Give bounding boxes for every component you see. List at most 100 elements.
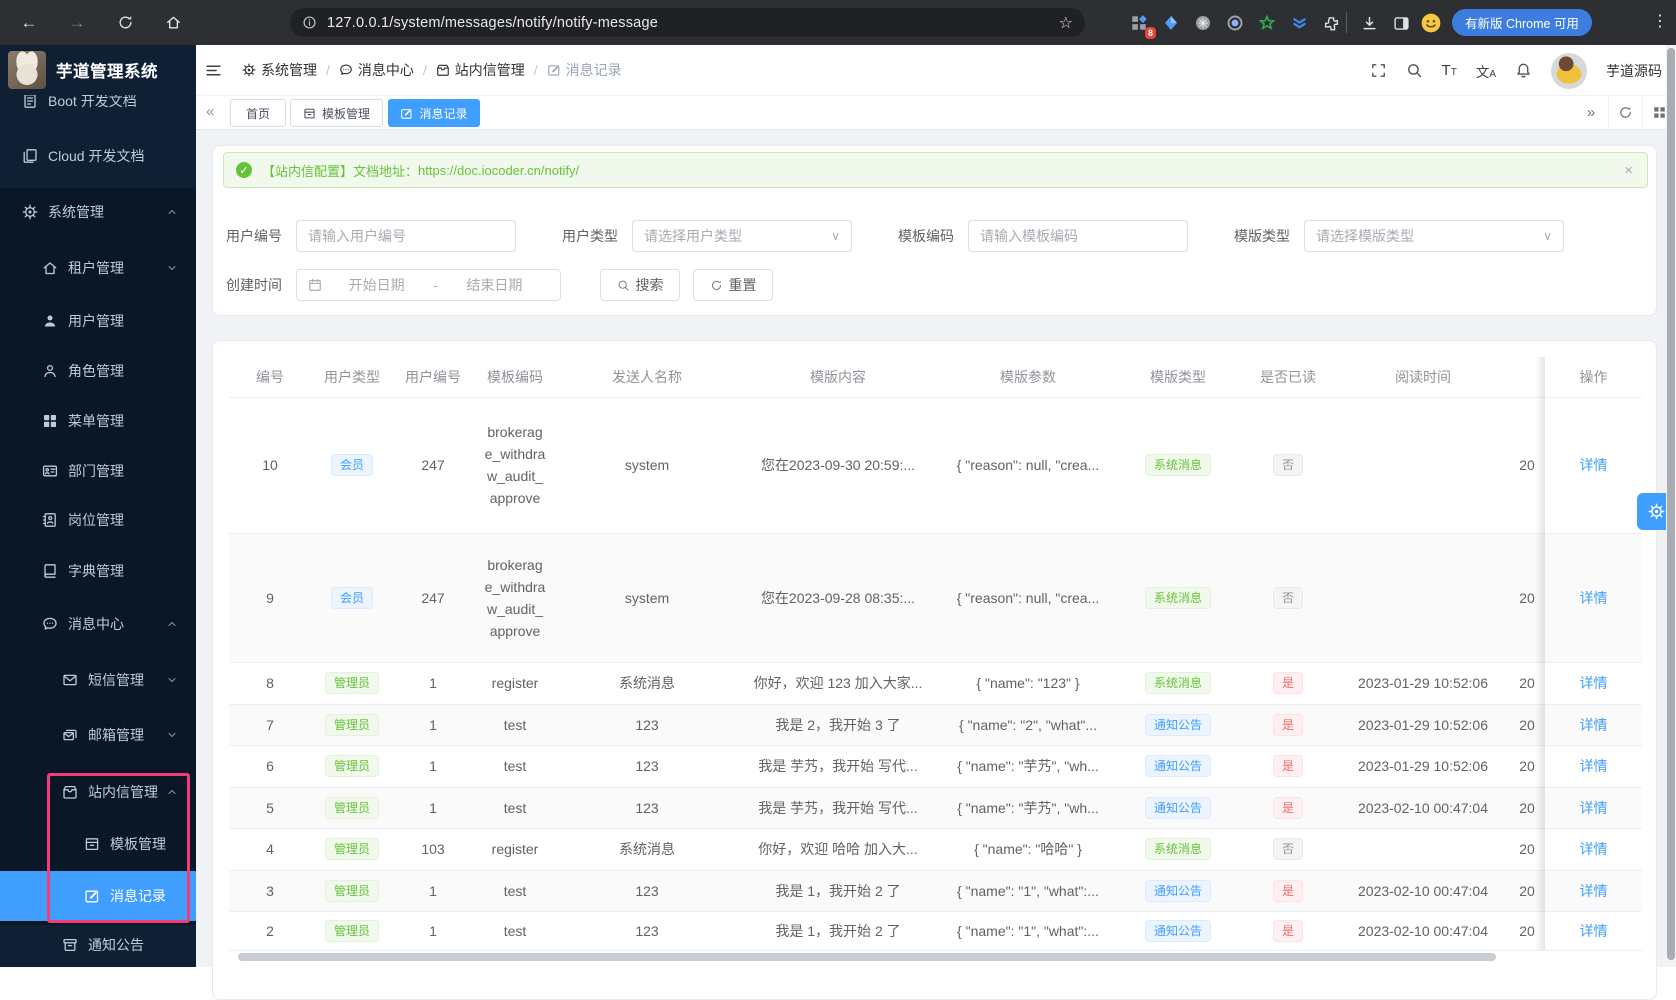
user-avatar[interactable] — [1551, 53, 1587, 89]
sidebar-item-通知公告[interactable]: 通知公告 — [0, 920, 196, 967]
detail-link[interactable]: 详情 — [1580, 758, 1608, 774]
sidebar-item-短信管理[interactable]: 短信管理 — [0, 655, 196, 705]
notification-bell-icon[interactable] — [1515, 62, 1532, 79]
tab-消息记录[interactable]: 消息记录 — [388, 99, 480, 127]
detail-link[interactable]: 详情 — [1580, 800, 1608, 816]
extensions-puzzle-icon[interactable] — [1318, 10, 1344, 36]
header-actions: TT 文A 芋道源码 — [1370, 45, 1662, 96]
user-type-select[interactable]: 请选择用户类型∨ — [632, 220, 852, 252]
extension-icon[interactable] — [1286, 10, 1312, 36]
cell-user-type: 管理员 — [311, 745, 393, 787]
tab-模板管理[interactable]: 模板管理 — [290, 99, 383, 127]
page-scrollbar[interactable] — [1666, 45, 1676, 967]
toolbar-divider — [1346, 12, 1347, 33]
detail-link[interactable]: 详情 — [1580, 675, 1608, 691]
table-row: 3管理员1test123我是 1，我开始 2 了{ "name": "1", "… — [229, 870, 1642, 911]
extension-icon[interactable] — [1190, 10, 1216, 36]
sidebar-item-岗位管理[interactable]: 岗位管理 — [0, 495, 196, 545]
app-logo-row[interactable]: 芋道管理系统 — [0, 45, 196, 95]
table-row: 2管理员1test123我是 1，我开始 2 了{ "name": "1", "… — [229, 911, 1642, 950]
sidebar-item-消息中心[interactable]: 消息中心 — [0, 599, 196, 649]
cell-action: 详情 — [1545, 662, 1642, 704]
template-type-select[interactable]: 请选择模版类型∨ — [1304, 220, 1564, 252]
cell-content: 我是 2，我开始 3 了 — [737, 704, 939, 745]
breadcrumb-消息记录: 消息记录 — [547, 60, 622, 80]
extension-badge: 8 — [1145, 27, 1156, 39]
browser-back-icon[interactable]: ← — [14, 8, 44, 38]
sidebar-item-Cloud 开发文档[interactable]: Cloud 开发文档 — [0, 131, 196, 181]
cell-sender: 123 — [557, 911, 737, 950]
tab-首页[interactable]: 首页 — [230, 99, 286, 127]
cell-params: { "name": "1", "what":... — [939, 911, 1117, 950]
cell-user-id: 247 — [393, 533, 473, 662]
reset-button[interactable]: 重置 — [693, 269, 773, 301]
detail-link[interactable]: 详情 — [1580, 923, 1608, 939]
sidebar-item-label: Boot 开发文档 — [48, 95, 137, 111]
browser-menu-icon[interactable]: ⋮ — [1650, 8, 1670, 36]
side-panel-icon[interactable] — [1388, 10, 1414, 36]
tab-label: 首页 — [246, 105, 270, 122]
detail-link[interactable]: 详情 — [1580, 457, 1608, 473]
bookmark-star-icon[interactable]: ☆ — [1059, 13, 1073, 33]
profile-avatar-icon[interactable] — [1418, 10, 1444, 36]
tabs-scroll-left-icon[interactable]: « — [206, 103, 214, 120]
cell-id: 2 — [229, 911, 311, 950]
user-type-badge: 管理员 — [325, 880, 379, 902]
extension-icon[interactable] — [1222, 10, 1248, 36]
date-range-picker[interactable]: 开始日期 - 结束日期 — [296, 269, 561, 301]
chrome-update-button[interactable]: 有新版 Chrome 可用 — [1452, 9, 1592, 36]
detail-link[interactable]: 详情 — [1580, 590, 1608, 606]
extension-icon[interactable] — [1158, 10, 1184, 36]
box-icon — [303, 107, 316, 120]
address-bar[interactable]: 127.0.0.1/system/messages/notify/notify-… — [290, 8, 1085, 37]
detail-link[interactable]: 详情 — [1580, 841, 1608, 857]
detail-link[interactable]: 详情 — [1580, 883, 1608, 899]
sidebar-item-菜单管理[interactable]: 菜单管理 — [0, 396, 196, 446]
template-code-input[interactable] — [968, 220, 1188, 252]
sidebar-item-模板管理[interactable]: 模板管理 — [0, 819, 196, 869]
url-text[interactable]: 127.0.0.1/system/messages/notify/notify-… — [327, 15, 1059, 31]
sidebar-item-字典管理[interactable]: 字典管理 — [0, 546, 196, 596]
refresh-page-icon[interactable] — [1608, 96, 1642, 129]
cell-id: 10 — [229, 397, 311, 533]
search-icon[interactable] — [1406, 62, 1423, 79]
breadcrumb-系统管理[interactable]: 系统管理 — [242, 60, 317, 80]
font-size-icon[interactable]: TT — [1442, 62, 1457, 79]
browser-home-icon[interactable] — [158, 8, 188, 38]
breadcrumb-站内信管理[interactable]: 站内信管理 — [436, 60, 525, 80]
alert-doc-link[interactable]: https://doc.iocoder.cn/notify/ — [418, 163, 579, 178]
sidebar-item-部门管理[interactable]: 部门管理 — [0, 446, 196, 496]
fullscreen-icon[interactable] — [1370, 62, 1387, 79]
breadcrumb-消息中心[interactable]: 消息中心 — [339, 60, 414, 80]
sidebar-item-角色管理[interactable]: 角色管理 — [0, 346, 196, 396]
user-id-input[interactable] — [296, 220, 516, 252]
sidebar-item-Boot 开发文档[interactable]: Boot 开发文档 — [0, 95, 196, 126]
alert-close-icon[interactable]: × — [1624, 162, 1633, 179]
sidebar-item-系统管理[interactable]: 系统管理 — [0, 187, 196, 237]
cell-user-id: 1 — [393, 745, 473, 787]
browser-reload-icon[interactable] — [110, 8, 140, 38]
sidebar-item-租户管理[interactable]: 租户管理 — [0, 243, 196, 293]
extension-icon[interactable] — [1254, 10, 1280, 36]
sidebar-item-消息记录[interactable]: 消息记录 — [0, 871, 196, 921]
search-button[interactable]: 搜索 — [600, 269, 680, 301]
detail-link[interactable]: 详情 — [1580, 717, 1608, 733]
site-info-icon[interactable] — [302, 15, 317, 30]
page-scrollbar-thumb[interactable] — [1667, 48, 1675, 960]
browser-toolbar: ← → 127.0.0.1/system/messages/notify/not… — [0, 0, 1676, 45]
collapse-menu-icon[interactable] — [205, 62, 222, 79]
browser-forward-icon[interactable]: → — [62, 8, 92, 38]
tabs-scroll-right-icon[interactable]: » — [1574, 96, 1608, 129]
sidebar-item-用户管理[interactable]: 用户管理 — [0, 296, 196, 346]
sidebar-item-站内信管理[interactable]: 站内信管理 — [0, 767, 196, 817]
extension-icon[interactable]: 8 — [1126, 10, 1152, 36]
downloads-icon[interactable] — [1356, 10, 1382, 36]
language-icon[interactable]: 文A — [1476, 61, 1496, 81]
chat-icon — [339, 63, 353, 77]
cell-sender: system — [557, 533, 737, 662]
template-type-badge: 通知公告 — [1145, 714, 1211, 736]
username[interactable]: 芋道源码 — [1606, 61, 1662, 81]
horizontal-scrollbar[interactable] — [238, 953, 1496, 961]
sidebar-item-邮箱管理[interactable]: 邮箱管理 — [0, 710, 196, 760]
chevron-up-icon — [166, 618, 178, 630]
